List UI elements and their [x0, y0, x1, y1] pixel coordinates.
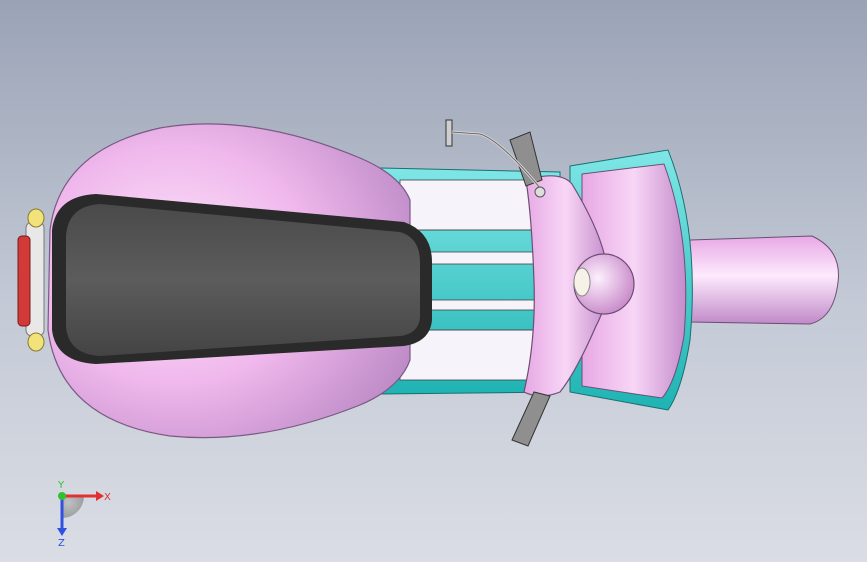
headlamp-lens — [573, 267, 591, 297]
z-axis-label: Z — [58, 538, 65, 548]
floor-slat-1 — [399, 179, 546, 231]
rear-indicator-right — [27, 332, 45, 352]
y-axis-label: Y — [57, 480, 65, 491]
scooter-model[interactable] — [0, 0, 867, 562]
z-axis-arrow — [57, 528, 67, 536]
x-axis-label: X — [104, 492, 111, 503]
grip-bottom — [511, 391, 551, 447]
y-axis-dot — [58, 492, 66, 500]
ignition — [534, 186, 546, 198]
tail-light — [17, 235, 31, 327]
floor-slat-3 — [419, 299, 546, 311]
mirror — [445, 119, 453, 147]
front-mudguard — [689, 235, 839, 325]
x-axis-arrow — [96, 491, 104, 501]
graphics-viewport[interactable]: X Y Z — [0, 0, 867, 562]
axis-triad: X Y Z — [57, 480, 111, 548]
rear-indicator-left — [27, 208, 45, 228]
floor-slat-2 — [419, 251, 546, 265]
